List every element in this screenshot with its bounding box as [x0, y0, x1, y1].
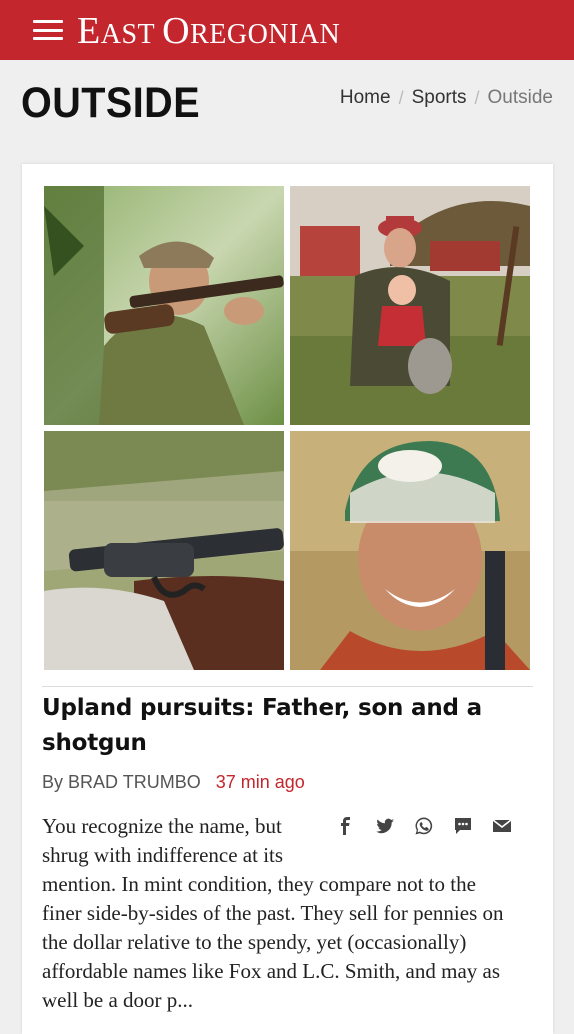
- byline-prefix: By: [42, 772, 64, 792]
- timestamp: 37 min ago: [215, 772, 305, 792]
- sms-icon[interactable]: [453, 816, 473, 836]
- breadcrumb: Home / Sports / Outside: [340, 87, 553, 109]
- photo-smiling-hunter: [290, 431, 530, 670]
- byline: By BRAD TRUMBO 37 min ago: [42, 772, 305, 793]
- menu-icon[interactable]: [33, 20, 63, 40]
- breadcrumb-current: Outside: [487, 87, 553, 108]
- breadcrumb-sports[interactable]: Sports: [412, 87, 467, 109]
- divider: [42, 686, 533, 687]
- article-card: Upland pursuits: Father, son and a shotg…: [22, 164, 553, 1034]
- section-header: OUTSIDE Home / Sports / Outside: [0, 60, 574, 164]
- photo-hunter-aiming: [44, 186, 284, 425]
- article-image-collage[interactable]: [44, 186, 530, 670]
- twitter-icon[interactable]: [375, 816, 395, 836]
- photo-shotgun-closeup: [44, 431, 284, 670]
- email-icon[interactable]: [492, 816, 512, 836]
- article-excerpt: You recognize the name, but shrug with i…: [42, 812, 512, 1015]
- whatsapp-icon[interactable]: [414, 816, 434, 836]
- article-headline[interactable]: Upland pursuits: Father, son and a shotg…: [42, 691, 512, 761]
- breadcrumb-separator: /: [474, 87, 480, 108]
- photo-vintage-family: [290, 186, 530, 425]
- breadcrumb-separator: /: [398, 87, 404, 108]
- breadcrumb-home[interactable]: Home: [340, 87, 391, 109]
- author-link[interactable]: BRAD TRUMBO: [68, 772, 201, 792]
- facebook-icon[interactable]: [336, 816, 356, 836]
- share-bar: [336, 816, 512, 836]
- page-title: OUTSIDE: [21, 79, 201, 127]
- excerpt-text: You recognize the name, but shrug with i…: [42, 814, 504, 1012]
- site-logo[interactable]: EAST OREGONIAN: [77, 9, 340, 53]
- top-bar: EAST OREGONIAN: [0, 0, 574, 60]
